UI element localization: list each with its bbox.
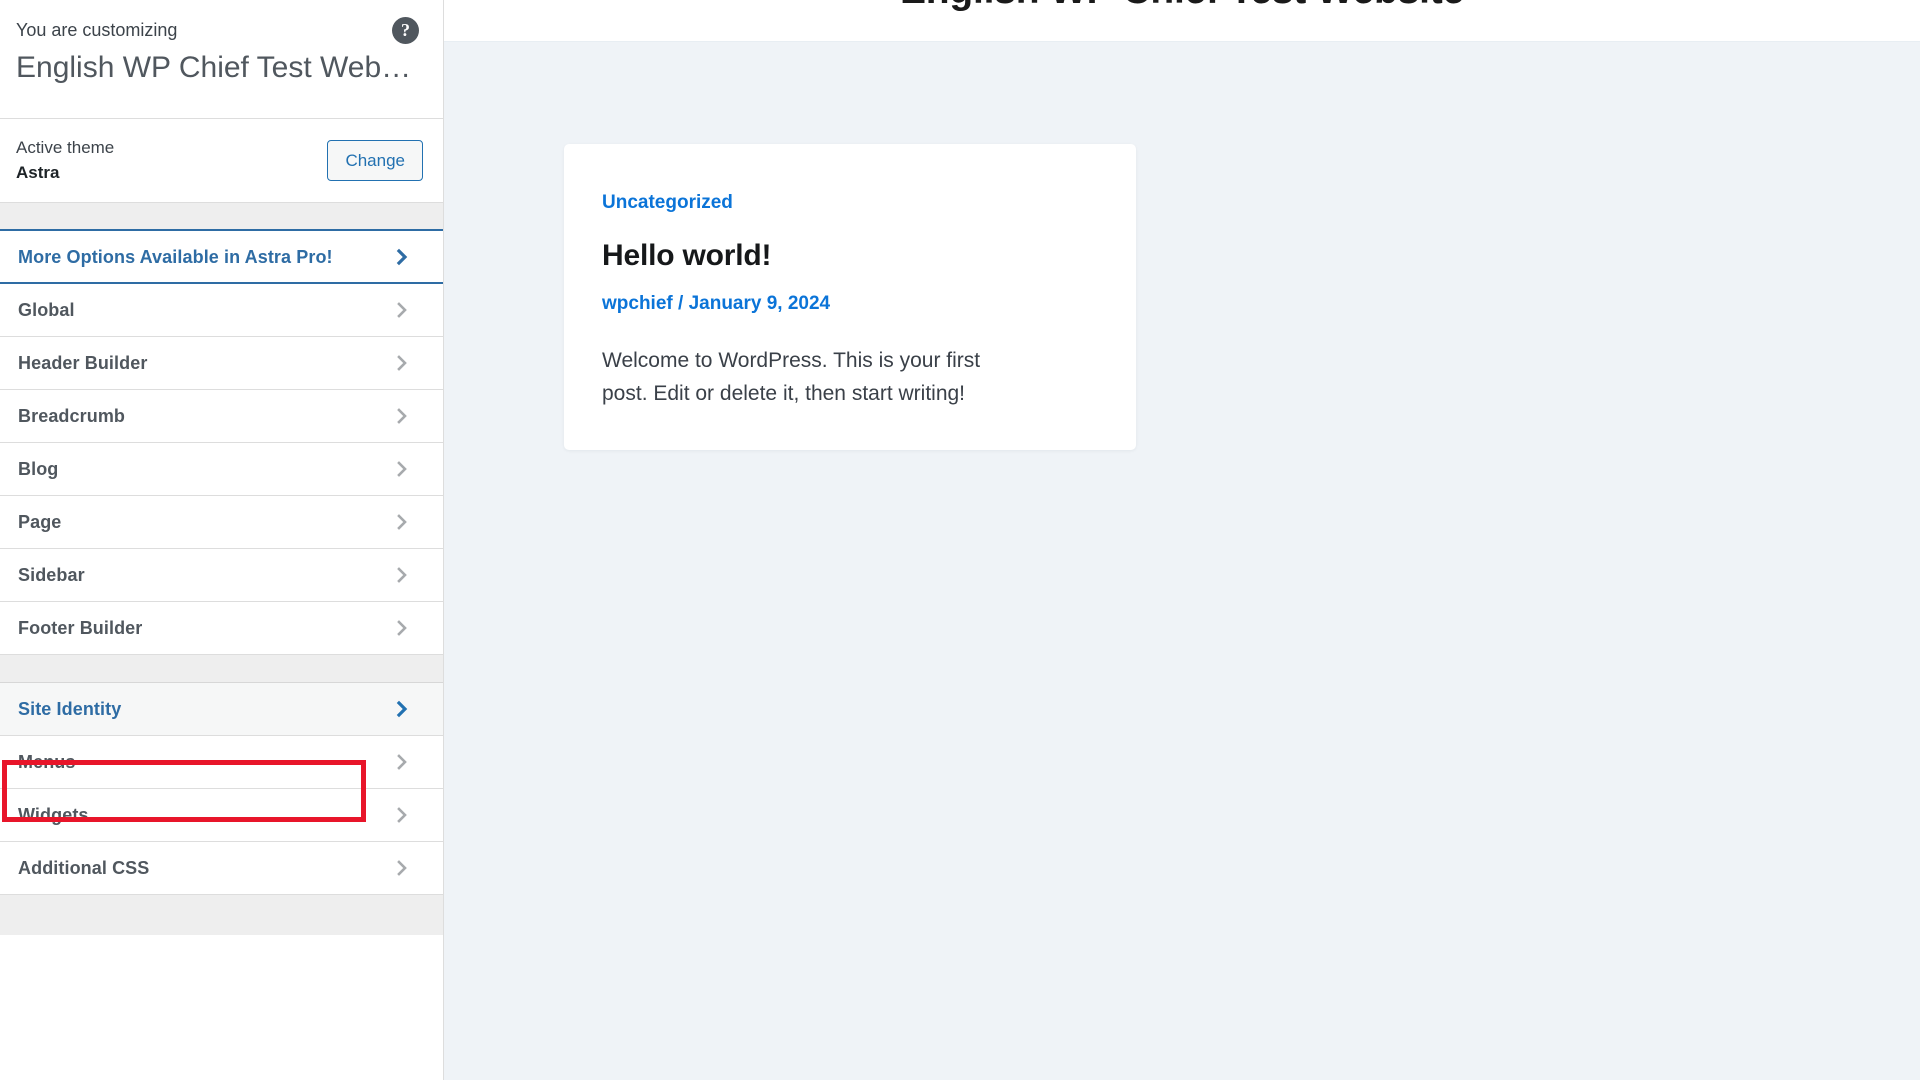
- active-theme-name: Astra: [16, 163, 60, 182]
- chevron-right-icon: [361, 736, 443, 788]
- customizer-menu: More Options Available in Astra Pro! Glob…: [0, 231, 443, 935]
- sidebar-item-site-identity[interactable]: Site Identity: [0, 683, 443, 736]
- help-circle-icon[interactable]: ?: [392, 17, 419, 44]
- sidebar-item-footer-builder[interactable]: Footer Builder: [0, 602, 443, 655]
- sidebar-band-section: [0, 655, 443, 683]
- post-title-link[interactable]: Hello world!: [602, 237, 1096, 275]
- post-category-link[interactable]: Uncategorized: [602, 191, 1096, 215]
- post-meta-separator: /: [672, 293, 689, 314]
- chevron-right-icon: [361, 842, 443, 894]
- sidebar-item-label: Page: [18, 512, 62, 532]
- customizing-eyebrow: You are customizing: [16, 20, 178, 40]
- post-meta: wpchief / January 9, 2024: [602, 292, 1096, 316]
- chevron-right-icon: [361, 602, 443, 654]
- sidebar-item-label: Additional CSS: [18, 858, 150, 878]
- sidebar-item-label: Footer Builder: [18, 618, 143, 638]
- sidebar-item-label: Site Identity: [18, 699, 122, 719]
- post-card: Uncategorized Hello world! wpchief / Jan…: [564, 144, 1136, 450]
- change-theme-button[interactable]: Change: [327, 140, 423, 181]
- sidebar-item-page[interactable]: Page: [0, 496, 443, 549]
- sidebar-item-menus[interactable]: Menus: [0, 736, 443, 789]
- chevron-right-icon: [361, 443, 443, 495]
- chevron-right-icon: [361, 683, 443, 735]
- sidebar-item-sidebar[interactable]: Sidebar: [0, 549, 443, 602]
- sidebar-item-breadcrumb[interactable]: Breadcrumb: [0, 390, 443, 443]
- sidebar-item-blog[interactable]: Blog: [0, 443, 443, 496]
- customizer-header: You are customizing English WP Chief Tes…: [0, 0, 443, 119]
- sidebar-item-label: Menus: [18, 752, 76, 772]
- active-theme-label: Active theme: [16, 138, 115, 157]
- customizer-screen: You are customizing English WP Chief Tes…: [0, 0, 1920, 1080]
- preview-site-header: English WP Chief Test Website: [444, 0, 1920, 42]
- sidebar-item-label: More Options Available in Astra Pro!: [18, 246, 333, 267]
- sidebar-item-header-builder[interactable]: Header Builder: [0, 337, 443, 390]
- sidebar-item-global[interactable]: Global: [0, 284, 443, 337]
- chevron-right-icon: [361, 549, 443, 601]
- post-date-link[interactable]: January 9, 2024: [689, 293, 831, 314]
- sidebar-item-label: Breadcrumb: [18, 406, 126, 426]
- active-theme-row: Active theme Astra Change: [0, 119, 443, 203]
- sidebar-item-label: Blog: [18, 459, 59, 479]
- sidebar-item-widgets[interactable]: Widgets: [0, 789, 443, 842]
- sidebar-item-label: Header Builder: [18, 353, 148, 373]
- sidebar-item-more-options-available-in-astra-pro[interactable]: More Options Available in Astra Pro!: [0, 231, 443, 284]
- sidebar-band-top: [0, 203, 443, 231]
- customizer-sidebar: You are customizing English WP Chief Tes…: [0, 0, 444, 1080]
- site-preview-pane: English WP Chief Test Website Uncategori…: [444, 0, 1920, 1080]
- chevron-right-icon: [361, 496, 443, 548]
- preview-site-title[interactable]: English WP Chief Test Website: [444, 0, 1920, 14]
- chevron-right-icon: [361, 231, 443, 282]
- sidebar-item-label: Widgets: [18, 805, 89, 825]
- sidebar-item-label: Global: [18, 300, 75, 320]
- sidebar-footer-band: [0, 895, 443, 935]
- sidebar-item-additional-css[interactable]: Additional CSS: [0, 842, 443, 895]
- preview-site-body: Uncategorized Hello world! wpchief / Jan…: [444, 42, 1920, 1080]
- chevron-right-icon: [361, 789, 443, 841]
- sidebar-item-label: Sidebar: [18, 565, 85, 585]
- post-author-link[interactable]: wpchief: [602, 293, 673, 314]
- chevron-right-icon: [361, 337, 443, 389]
- active-theme-meta: Active theme Astra: [16, 136, 114, 185]
- customizing-site-name: English WP Chief Test Website: [16, 51, 423, 84]
- chevron-right-icon: [361, 284, 443, 336]
- post-excerpt: Welcome to WordPress. This is your first…: [602, 349, 981, 405]
- chevron-right-icon: [361, 390, 443, 442]
